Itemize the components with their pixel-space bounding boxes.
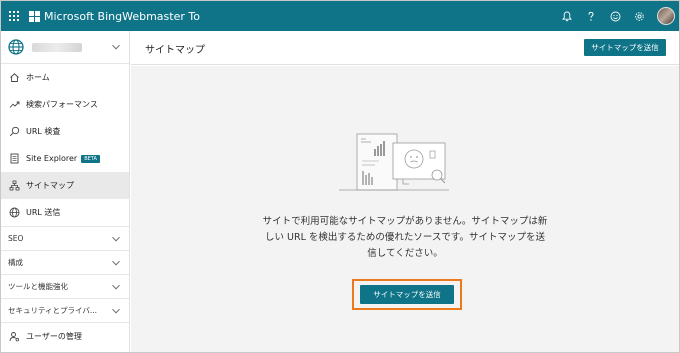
sidebar-group-configuration[interactable]: 構成 — [1, 250, 129, 274]
browser-frame: Microsoft BingWebmaster To ホーム 検索パフォーマンス… — [0, 0, 680, 353]
sidebar-group-label: ツールと機能強化 — [8, 282, 68, 291]
sidebar-group-label: セキュリティとプライバ... — [8, 306, 98, 315]
gear-icon[interactable] — [627, 1, 651, 31]
smiley-icon[interactable] — [603, 1, 627, 31]
sidebar-item-label: ユーザーの管理 — [26, 332, 82, 341]
chevron-down-icon — [112, 260, 120, 266]
sidebar-item-search-performance[interactable]: 検索パフォーマンス — [1, 91, 129, 118]
top-bar-icons — [555, 1, 679, 31]
top-bar: Microsoft BingWebmaster To — [1, 1, 679, 31]
sidebar-item-label: URL 検査 — [26, 127, 61, 136]
sidebar-item-url-inspection[interactable]: URL 検査 — [1, 118, 129, 145]
user-settings-icon — [8, 331, 20, 343]
app-launcher-icon[interactable] — [9, 10, 21, 22]
empty-state-illustration — [339, 133, 449, 191]
sidebar-group-seo[interactable]: SEO — [1, 226, 129, 250]
avatar[interactable] — [657, 7, 675, 25]
site-name — [32, 42, 82, 52]
page-title: サイトマップ — [145, 45, 205, 56]
chevron-down-icon — [112, 308, 120, 314]
sidebar-group-label: SEO — [8, 234, 24, 243]
microsoft-logo-icon — [29, 10, 40, 22]
sidebar-group-label: 構成 — [8, 258, 23, 267]
submit-sitemap-button[interactable]: サイトマップを送信 — [360, 285, 454, 304]
bell-icon[interactable] — [555, 1, 579, 31]
search-icon — [8, 126, 20, 138]
sidebar-item-home[interactable]: ホーム — [1, 64, 129, 91]
beta-badge: BETA — [81, 154, 100, 163]
sidebar-item-label: URL 送信 — [26, 208, 61, 217]
app-title[interactable]: Microsoft BingWebmaster To — [44, 10, 200, 23]
globe-icon — [8, 39, 24, 55]
trend-icon — [8, 99, 20, 111]
home-icon — [8, 72, 20, 84]
empty-state-message: サイトで利用可能なサイトマップがありません。サイトマップは新しい URL を検出… — [262, 216, 548, 259]
chevron-down-icon — [112, 236, 120, 242]
sidebar-item-user-management[interactable]: ユーザーの管理 — [1, 322, 129, 350]
document-icon — [8, 153, 20, 165]
sidebar-item-sitemaps[interactable]: サイトマップ — [1, 172, 129, 199]
sidebar-item-label: ホーム — [26, 73, 50, 82]
sidebar-item-label: 検索パフォーマンス — [26, 100, 98, 109]
sitemap-icon — [8, 180, 20, 192]
sidebar: ホーム 検索パフォーマンス URL 検査 Site Explorer BETA … — [1, 31, 130, 352]
chevron-down-icon[interactable] — [111, 42, 121, 52]
sidebar-group-security[interactable]: セキュリティとプライバ... — [1, 298, 129, 322]
help-icon[interactable] — [579, 1, 603, 31]
sidebar-item-url-submission[interactable]: URL 送信 — [1, 199, 129, 226]
globe-icon — [8, 207, 20, 219]
sidebar-item-label: Site Explorer — [26, 154, 78, 163]
sidebar-item-site-explorer[interactable]: Site Explorer BETA — [1, 145, 129, 172]
main-header: サイトマップ サイトマップを送信 — [131, 31, 679, 65]
submit-sitemap-header-button[interactable]: サイトマップを送信 — [584, 39, 666, 56]
sidebar-item-label: サイトマップ — [26, 181, 74, 190]
site-selector[interactable] — [1, 31, 129, 64]
chevron-down-icon — [112, 284, 120, 290]
sidebar-group-tools[interactable]: ツールと機能強化 — [1, 274, 129, 298]
main-content: サイトで利用可能なサイトマップがありません。サイトマップは新しい URL を検出… — [131, 66, 679, 352]
